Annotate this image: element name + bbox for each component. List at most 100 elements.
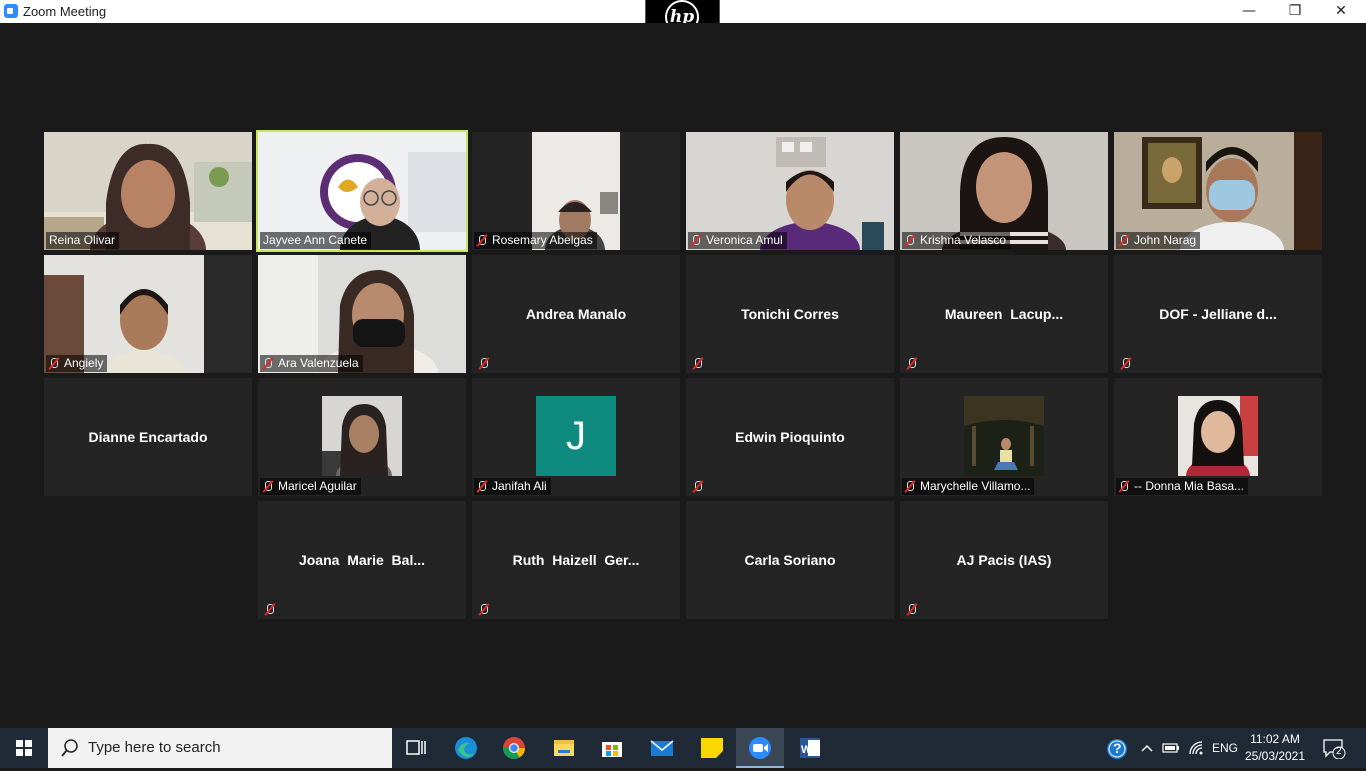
notification-count: 2	[1336, 746, 1342, 757]
participant-tile[interactable]: Carla Soriano	[686, 501, 894, 619]
participant-tile[interactable]: -- Donna Mia Basa...	[1114, 378, 1322, 496]
close-button[interactable]: ✕	[1318, 0, 1364, 23]
windows-logo-icon	[16, 740, 32, 756]
battery-icon[interactable]	[1162, 741, 1180, 755]
mic-off-icon	[476, 234, 488, 247]
mic-off-icon	[476, 480, 488, 493]
participant-name: Edwin Pioquinto	[735, 429, 845, 445]
participant-name-label: Ara Valenzuela	[260, 355, 363, 372]
participant-tile[interactable]: Edwin Pioquinto	[686, 378, 894, 496]
task-view-button[interactable]	[392, 728, 440, 768]
mic-off-icon	[904, 480, 916, 493]
clock-time: 11:02 AM	[1250, 732, 1300, 746]
participant-tile[interactable]: Marychelle Villamo...	[900, 378, 1108, 496]
restore-button[interactable]: ❐	[1272, 0, 1318, 23]
mic-off-icon	[692, 357, 704, 370]
taskbar-edge[interactable]	[442, 728, 490, 768]
window-title: Zoom Meeting	[23, 4, 107, 19]
participant-tile[interactable]: Angiely	[44, 255, 252, 373]
participant-tile[interactable]: Joana Marie Bal...	[258, 501, 466, 619]
participant-name-label: Janifah Ali	[474, 478, 551, 495]
participant-name-label: Jayvee Ann Canete	[260, 232, 372, 249]
participant-tile[interactable]: Krishna Velasco	[900, 132, 1108, 250]
svg-text:W: W	[801, 744, 812, 756]
taskbar-mail[interactable]	[638, 728, 686, 768]
mic-off-icon	[1118, 480, 1130, 493]
search-placeholder: Type here to search	[88, 739, 221, 756]
notification-icon[interactable]	[1322, 737, 1346, 759]
participant-tile[interactable]: Veronica Amul	[686, 132, 894, 250]
language-indicator[interactable]: ENG	[1212, 728, 1238, 768]
mic-off-icon	[1120, 357, 1132, 370]
participant-name: Andrea Manalo	[525, 306, 627, 322]
participant-tile[interactable]: John Narag	[1114, 132, 1322, 250]
taskbar-store[interactable]	[588, 728, 636, 768]
participant-name: Ruth Haizell Ger...	[512, 552, 640, 568]
taskbar-chrome[interactable]	[490, 728, 538, 768]
minimize-button[interactable]: —	[1226, 0, 1272, 23]
participant-name: Maureen Lacup...	[944, 306, 1064, 322]
participant-name-label: Veronica Amul	[688, 232, 787, 249]
participant-tile[interactable]: Rosemary Abelgas	[472, 132, 680, 250]
participant-name-label: Maricel Aguilar	[260, 478, 361, 495]
participant-name-label: John Narag	[1116, 232, 1201, 249]
mic-off-icon	[48, 357, 60, 370]
participant-name: Tonichi Corres	[741, 306, 839, 322]
profile-picture	[322, 396, 402, 476]
chrome-icon	[503, 737, 525, 759]
participant-tile[interactable]: Ruth Haizell Ger...	[472, 501, 680, 619]
mic-off-icon	[478, 357, 490, 370]
wifi-icon[interactable]	[1188, 740, 1204, 756]
taskbar-file-explorer[interactable]	[540, 728, 588, 768]
mic-off-icon	[478, 603, 490, 616]
taskbar-search-box[interactable]: Type here to search	[48, 728, 392, 768]
system-clock[interactable]: 11:02 AM 25/03/2021	[1240, 731, 1310, 765]
participant-name-label: Rosemary Abelgas	[474, 232, 597, 249]
participant-tile[interactable]: Dianne Encartado	[44, 378, 252, 496]
zoom-icon	[749, 737, 771, 759]
chevron-up-icon[interactable]	[1140, 742, 1154, 754]
zoom-logo-icon	[4, 4, 18, 18]
participant-tile[interactable]: Ara Valenzuela	[258, 255, 466, 373]
mail-icon	[650, 740, 674, 756]
mic-off-icon	[262, 480, 274, 493]
participant-tile-active-speaker[interactable]: Jayvee Ann Canete	[256, 130, 468, 252]
participant-name-label: Reina Olivar	[46, 232, 120, 249]
mic-off-icon	[264, 603, 276, 616]
edge-icon	[455, 737, 477, 759]
mic-off-icon	[692, 480, 704, 493]
taskbar: Type here to search W ? ENG 11:02 AM 25/…	[0, 728, 1366, 768]
mic-off-icon	[690, 234, 702, 247]
sticky-notes-icon	[701, 738, 723, 758]
participant-tile[interactable]: Reina Olivar	[44, 132, 252, 250]
participant-name: DOF - Jelliane d...	[1159, 306, 1277, 322]
participant-tile[interactable]: J Janifah Ali	[472, 378, 680, 496]
profile-picture	[1178, 396, 1258, 476]
participant-name-label: Angiely	[46, 355, 108, 372]
taskbar-word[interactable]: W	[786, 728, 834, 768]
mic-off-icon	[1118, 234, 1130, 247]
mic-off-icon	[906, 357, 918, 370]
profile-picture	[964, 396, 1044, 476]
participant-tile[interactable]: Tonichi Corres	[686, 255, 894, 373]
participant-tile[interactable]: Andrea Manalo	[472, 255, 680, 373]
participant-tile[interactable]: Maricel Aguilar	[258, 378, 466, 496]
word-icon: W	[800, 738, 820, 758]
mic-off-icon	[906, 603, 918, 616]
taskbar-zoom[interactable]	[736, 728, 784, 768]
participant-tile[interactable]: AJ Pacis (IAS)	[900, 501, 1108, 619]
participant-name-label: Krishna Velasco	[902, 232, 1011, 249]
participant-tile[interactable]: DOF - Jelliane d...	[1114, 255, 1322, 373]
mic-off-icon	[904, 234, 916, 247]
folder-icon	[554, 740, 574, 756]
avatar-initial: J	[536, 396, 616, 476]
participant-tile[interactable]: Maureen Lacup...	[900, 255, 1108, 373]
start-button[interactable]	[0, 728, 48, 768]
participant-name-label: Marychelle Villamo...	[902, 478, 1035, 495]
taskbar-sticky-notes[interactable]	[688, 728, 736, 768]
participant-name: Dianne Encartado	[88, 429, 208, 445]
task-view-icon	[406, 740, 426, 755]
store-icon	[602, 742, 622, 757]
search-icon	[61, 739, 78, 757]
clock-date: 25/03/2021	[1244, 749, 1306, 763]
